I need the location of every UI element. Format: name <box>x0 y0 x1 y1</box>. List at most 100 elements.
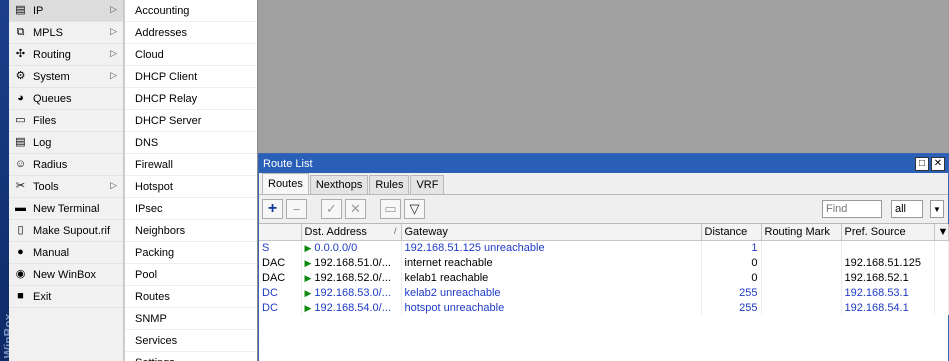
sort-icon: / <box>393 225 397 236</box>
disable-icon[interactable]: ✕ <box>345 199 366 219</box>
menu-item-tools[interactable]: ✂ Tools ▷ <box>9 176 123 198</box>
find-scope-select[interactable]: all <box>891 200 923 218</box>
submenu-item-accounting[interactable]: Accounting <box>125 0 257 22</box>
menu-item-label: MPLS <box>33 26 63 39</box>
column-menu-icon[interactable]: ▼ <box>934 224 949 241</box>
cell-routing-mark <box>761 270 842 285</box>
close-icon[interactable]: ✕ <box>931 156 945 171</box>
chevron-down-icon[interactable]: ▼ <box>930 200 944 218</box>
submenu-item-packing[interactable]: Packing <box>125 242 257 264</box>
gear-icon: ⚙ <box>15 70 26 82</box>
table-row[interactable]: DAC ▶ 192.168.51.0/... internet reachable 0 1… <box>259 255 949 270</box>
window-title-bar[interactable]: Route List □ ✕ <box>259 154 948 173</box>
menu-item-exit[interactable]: ■ Exit <box>9 286 123 308</box>
cell-routing-mark <box>761 285 842 300</box>
chevron-right-icon: ▷ <box>110 70 117 80</box>
maximize-icon[interactable]: □ <box>915 156 929 171</box>
add-icon[interactable]: + <box>262 199 283 219</box>
cell-routing-mark <box>761 300 842 315</box>
cell-dst-address: ▶ 192.168.52.0/... <box>301 270 402 285</box>
menu-item-new-terminal[interactable]: ▬ New Terminal <box>9 198 123 220</box>
cell-spacer <box>934 300 949 315</box>
filter-icon[interactable]: ▽ <box>404 199 425 219</box>
submenu-item-services[interactable]: Services <box>125 330 257 352</box>
cell-pref-source: 192.168.53.1 <box>841 285 935 300</box>
menu-item-routing[interactable]: ✣ Routing ▷ <box>9 44 123 66</box>
menu-item-files[interactable]: ▭ Files <box>9 110 123 132</box>
cell-dst-address: ▶ 192.168.51.0/... <box>301 255 402 270</box>
cell-distance: 255 <box>701 300 762 315</box>
cell-gateway: hotspot unreachable <box>401 300 702 315</box>
cell-flags: DC <box>259 285 302 300</box>
col-pref-source[interactable]: Pref. Source <box>841 224 935 241</box>
window-title: Route List <box>263 157 313 170</box>
submenu-item-hotspot[interactable]: Hotspot <box>125 176 257 198</box>
submenu-item-routes[interactable]: Routes <box>125 286 257 308</box>
toolbar: + − ✓ ✕ ▭ ▽ all ▼ <box>259 195 948 223</box>
menu-item-ip[interactable]: ▤ IP ▷ <box>9 0 123 22</box>
dst-address-text: 192.168.51.0/... <box>314 256 391 269</box>
tab-rules[interactable]: Rules <box>369 175 410 194</box>
route-flag-icon: ▶ <box>304 257 312 268</box>
submenu-item-addresses[interactable]: Addresses <box>125 22 257 44</box>
menu-item-radius[interactable]: ☺ Radius <box>9 154 123 176</box>
cell-flags: S <box>259 240 302 255</box>
find-input[interactable] <box>822 200 882 218</box>
route-flag-icon: ▶ <box>304 242 312 253</box>
remove-icon[interactable]: − <box>286 199 307 219</box>
table-row[interactable]: S ▶ 0.0.0.0/0 192.168.51.125 unreachable 1 <box>259 240 949 255</box>
col-gateway[interactable]: Gateway <box>401 224 702 241</box>
submenu-item-ipsec[interactable]: IPsec <box>125 198 257 220</box>
cell-pref-source: 192.168.51.125 <box>841 255 935 270</box>
submenu-item-dns[interactable]: DNS <box>125 132 257 154</box>
tab-vrf[interactable]: VRF <box>410 175 445 194</box>
enable-icon[interactable]: ✓ <box>321 199 342 219</box>
col-routing-mark[interactable]: Routing Mark <box>761 224 842 241</box>
submenu-item-dhcp-server[interactable]: DHCP Server <box>125 110 257 132</box>
mpls-icon: ⧉ <box>16 26 25 38</box>
menu-item-label: New WinBox <box>33 268 96 281</box>
cell-spacer <box>934 240 949 255</box>
menu-item-log[interactable]: ▤ Log <box>9 132 123 154</box>
cell-gateway: kelab1 reachable <box>401 270 702 285</box>
tab-routes[interactable]: Routes <box>262 173 309 194</box>
table-row[interactable]: DC ▶ 192.168.54.0/... hotspot unreachable 25… <box>259 300 949 315</box>
route-list-window: Route List □ ✕ Routes Nexthops Rules VRF… <box>258 153 949 361</box>
dst-address-text: 0.0.0.0/0 <box>314 241 358 254</box>
col-dst-address-label: Dst. Address <box>304 225 367 238</box>
col-flags[interactable] <box>259 224 302 241</box>
submenu-item-dhcp-relay[interactable]: DHCP Relay <box>125 88 257 110</box>
users-icon: ☺ <box>14 158 27 170</box>
menu-item-queues[interactable]: ◕ Queues <box>9 88 123 110</box>
submenu-item-neighbors[interactable]: Neighbors <box>125 220 257 242</box>
cell-spacer <box>934 285 949 300</box>
submenu-item-firewall[interactable]: Firewall <box>125 154 257 176</box>
chevron-right-icon: ▷ <box>110 48 117 58</box>
menu-item-make-supout-rif[interactable]: ▯ Make Supout.rif <box>9 220 123 242</box>
comment-icon[interactable]: ▭ <box>380 199 401 219</box>
col-dst-address[interactable]: Dst. Address / <box>301 224 402 241</box>
cell-spacer <box>934 255 949 270</box>
cell-distance: 255 <box>701 285 762 300</box>
menu-item-new-winbox[interactable]: ◉ New WinBox <box>9 264 123 286</box>
submenu-item-cloud[interactable]: Cloud <box>125 44 257 66</box>
submenu-item-settings[interactable]: Settings <box>125 352 257 361</box>
menu-item-mpls[interactable]: ⧉ MPLS ▷ <box>9 22 123 44</box>
menu-item-label: Make Supout.rif <box>33 224 111 237</box>
tab-nexthops[interactable]: Nexthops <box>309 175 369 194</box>
menu-item-manual[interactable]: ● Manual <box>9 242 123 264</box>
submenu-item-snmp[interactable]: SNMP <box>125 308 257 330</box>
route-flag-icon: ▶ <box>304 287 312 298</box>
menu-item-system[interactable]: ⚙ System ▷ <box>9 66 123 88</box>
col-distance[interactable]: Distance <box>701 224 762 241</box>
table-row[interactable]: DAC ▶ 192.168.52.0/... kelab1 reachable 0 192… <box>259 270 949 285</box>
menu-item-label: Queues <box>33 92 72 105</box>
cell-gateway: 192.168.51.125 unreachable <box>401 240 702 255</box>
submenu-item-dhcp-client[interactable]: DHCP Client <box>125 66 257 88</box>
chevron-right-icon: ▷ <box>110 26 117 36</box>
cell-gateway: internet reachable <box>401 255 702 270</box>
help-icon: ● <box>17 246 24 258</box>
brand-strip: WinBox <box>0 0 15 361</box>
submenu-item-pool[interactable]: Pool <box>125 264 257 286</box>
table-row[interactable]: DC ▶ 192.168.53.0/... kelab2 unreachable 255… <box>259 285 949 300</box>
